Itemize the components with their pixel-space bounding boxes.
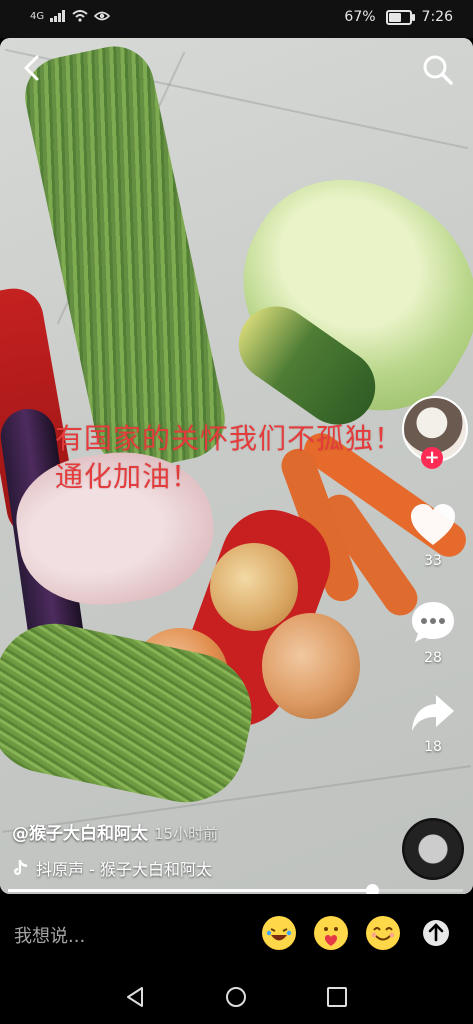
laughing-emoji-icon[interactable] — [262, 916, 296, 950]
share-arrow-icon — [412, 695, 454, 731]
author-name[interactable]: @猴子大白和阿太 — [12, 824, 148, 844]
video-player[interactable]: 有国家的关怀我们不孤独！通化加油！ + 33 28 18 @猴子大白和阿太 15小… — [0, 38, 473, 894]
square-recent-icon[interactable] — [326, 986, 348, 1008]
onion — [262, 613, 360, 719]
progress-knob[interactable] — [366, 884, 379, 894]
follow-plus-button[interactable]: + — [421, 447, 443, 469]
wifi-icon — [72, 10, 88, 22]
tiktok-note-icon — [14, 860, 27, 875]
send-up-button[interactable] — [423, 920, 449, 946]
share-count: 18 — [424, 739, 442, 755]
post-time: 15小时前 — [154, 825, 218, 843]
system-nav-bar — [0, 968, 473, 1024]
back-arrow-icon[interactable] — [18, 53, 48, 83]
eye-icon — [94, 11, 111, 21]
hugging-emoji-icon[interactable] — [314, 916, 348, 950]
heart-face-icon — [324, 927, 338, 946]
network-type: 4G — [30, 10, 45, 22]
post-time-label: 15小时前 — [154, 825, 219, 843]
laughing-face-icon — [266, 928, 292, 941]
like-button[interactable]: 33 — [405, 503, 461, 569]
progress-fill — [8, 889, 372, 892]
arrow-up-icon — [428, 923, 444, 942]
battery-icon — [385, 9, 415, 25]
clock: 7:26 — [421, 9, 453, 25]
heart-icon — [411, 504, 455, 545]
comment-input[interactable]: 我想说... — [14, 922, 85, 948]
comment-button[interactable]: 28 — [405, 600, 461, 666]
video-progress-bar[interactable] — [8, 884, 463, 894]
circle-home-icon[interactable] — [225, 986, 247, 1008]
status-left: 4G — [30, 10, 111, 22]
video-caption-overlay: 有国家的关怀我们不孤独！通化加油！ — [55, 422, 404, 493]
signal-icon — [50, 10, 66, 22]
comment-bubble-icon — [412, 602, 454, 642]
smile-face-icon — [371, 927, 395, 941]
like-count: 33 — [424, 553, 442, 569]
search-icon[interactable] — [421, 53, 455, 87]
status-bar: 4G 67% 7:26 — [0, 0, 473, 38]
music-title: 抖原声 - 猴子大白和阿太 — [36, 860, 212, 879]
author-line: @猴子大白和阿太 15小时前 — [12, 819, 218, 844]
triangle-back-icon[interactable] — [124, 986, 146, 1008]
battery-percent: 67% — [344, 9, 376, 25]
music-disc[interactable] — [402, 818, 464, 880]
share-button[interactable]: 18 — [405, 693, 461, 755]
comment-count: 28 — [424, 650, 442, 666]
comment-bar: 我想说... — [0, 900, 473, 968]
music-line[interactable]: 抖原声 - 猴子大白和阿太 — [12, 856, 212, 880]
status-right: 67% 7:26 — [344, 9, 453, 25]
smiling-emoji-icon[interactable] — [366, 916, 400, 950]
onion — [210, 543, 298, 631]
